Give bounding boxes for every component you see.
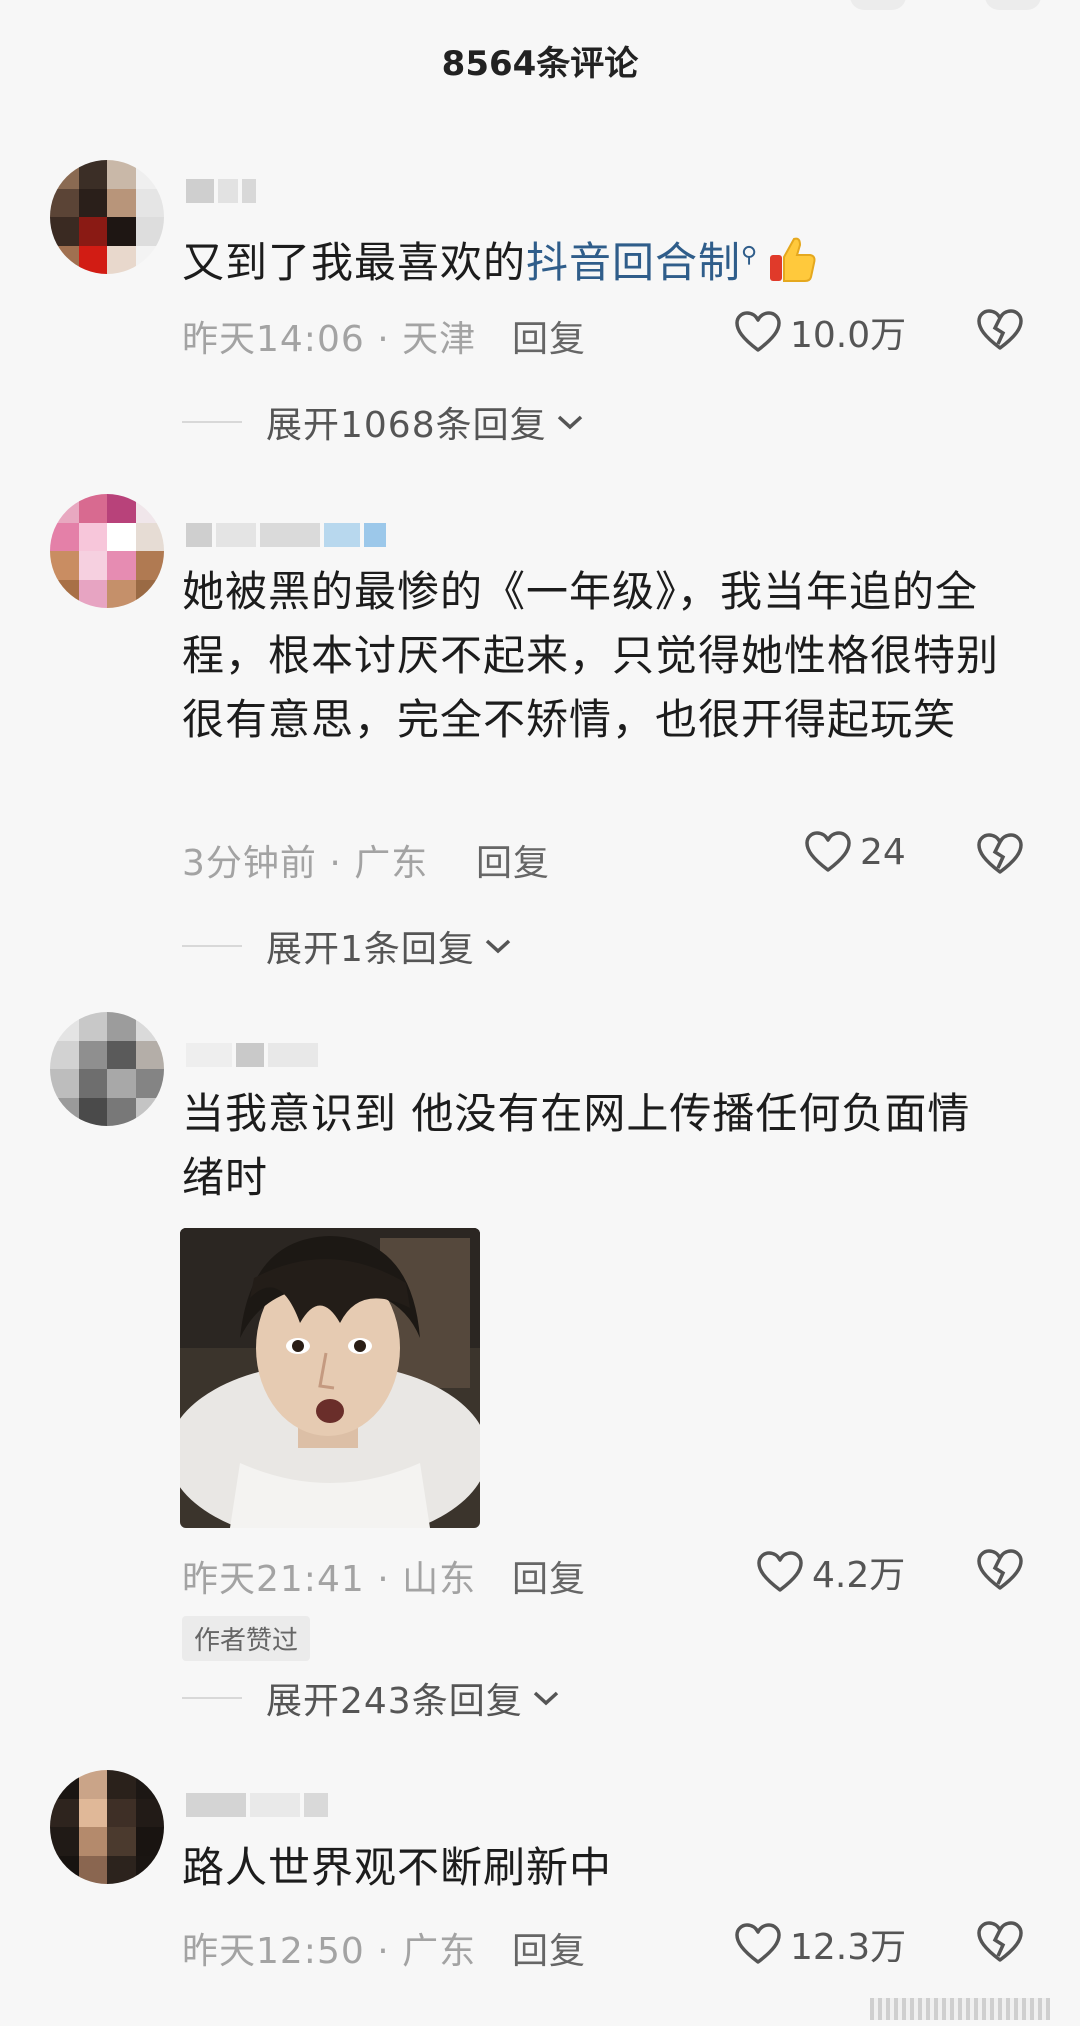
like-button[interactable]: 24 — [804, 830, 906, 874]
top-control[interactable] — [850, 0, 906, 10]
heart-outline-icon — [735, 311, 781, 352]
chevron-down-icon — [557, 415, 582, 430]
expand-replies-label: 展开243条回复 — [266, 1681, 523, 1722]
reply-button[interactable]: 回复 — [512, 1550, 586, 1602]
watermark-bar — [0, 1992, 1080, 2026]
like-button[interactable]: 4.2万 — [756, 1546, 905, 1598]
expand-replies-button[interactable]: 展开1条回复 — [182, 920, 513, 972]
expand-replies-button[interactable]: 展开1068条回复 — [182, 396, 585, 448]
username-blurred[interactable] — [186, 176, 256, 206]
heart-outline-icon — [805, 831, 851, 872]
comments-screen: 8564条评论 又到了我最喜欢的抖音回合制⚲ 昨天14:06 · 天津 回复 1… — [0, 0, 1080, 2026]
like-count: 4.2万 — [812, 1555, 906, 1596]
broken-heart-icon[interactable] — [976, 308, 1024, 352]
search-link[interactable]: 抖音回合制 — [526, 238, 741, 287]
comment-image[interactable] — [180, 1228, 480, 1528]
like-button[interactable]: 12.3万 — [734, 1918, 906, 1970]
like-count: 24 — [860, 831, 906, 873]
like-count: 12.3万 — [790, 1927, 907, 1968]
expand-replies-button[interactable]: 展开243条回复 — [182, 1672, 561, 1724]
like-button[interactable]: 10.0万 — [734, 306, 906, 358]
comment-meta: 3分钟前 · 广东 — [182, 843, 429, 884]
comment-text-plain: 又到了我最喜欢的 — [182, 238, 527, 287]
chevron-down-icon — [485, 939, 511, 954]
avatar[interactable] — [50, 494, 164, 608]
author-liked-badge: 作者赞过 — [182, 1616, 311, 1661]
thumbs-up-emoji — [770, 237, 816, 282]
username-blurred[interactable] — [186, 1790, 328, 1820]
username-blurred[interactable] — [186, 1040, 318, 1070]
expand-replies-label: 展开1条回复 — [266, 929, 475, 970]
broken-heart-icon[interactable] — [976, 832, 1024, 876]
search-icon[interactable]: ⚲ — [741, 243, 758, 268]
watermark — [870, 1998, 1050, 2020]
top-control[interactable] — [985, 0, 1041, 10]
broken-heart-icon[interactable] — [976, 1548, 1024, 1592]
avatar[interactable] — [50, 1770, 164, 1884]
expand-replies-label: 展开1068条回复 — [266, 405, 547, 446]
heart-outline-icon — [735, 1923, 781, 1964]
broken-heart-icon[interactable] — [976, 1920, 1024, 1964]
meme-photo — [180, 1228, 480, 1528]
username-blurred[interactable] — [186, 520, 386, 550]
avatar[interactable] — [50, 1012, 164, 1126]
comment-count-title: 8564条评论 — [441, 44, 639, 84]
heart-outline-icon — [757, 1551, 803, 1592]
reply-button[interactable]: 回复 — [476, 834, 550, 886]
like-count: 10.0万 — [790, 315, 907, 356]
comment-text: 又到了我最喜欢的抖音回合制⚲ — [182, 224, 1012, 295]
chevron-down-icon — [533, 1691, 558, 1706]
avatar[interactable] — [50, 160, 164, 274]
comment-meta: 昨天12:50 · 广东 — [182, 1931, 477, 1972]
comment-meta: 昨天14:06 · 天津 — [182, 319, 477, 360]
reply-button[interactable]: 回复 — [512, 310, 586, 362]
comment-text: 路人世界观不断刷新中 — [182, 1843, 613, 1892]
comment-text: 她被黑的最惨的《一年级》，我当年追的全程，根本讨厌不起来，只觉得她性格很特别很有… — [182, 567, 1000, 744]
comment-text: 当我意识到 他没有在网上传播任何负面情绪时 — [182, 1089, 971, 1202]
reply-button[interactable]: 回复 — [512, 1922, 586, 1974]
comment-meta: 昨天21:41 · 山东 — [182, 1559, 477, 1600]
